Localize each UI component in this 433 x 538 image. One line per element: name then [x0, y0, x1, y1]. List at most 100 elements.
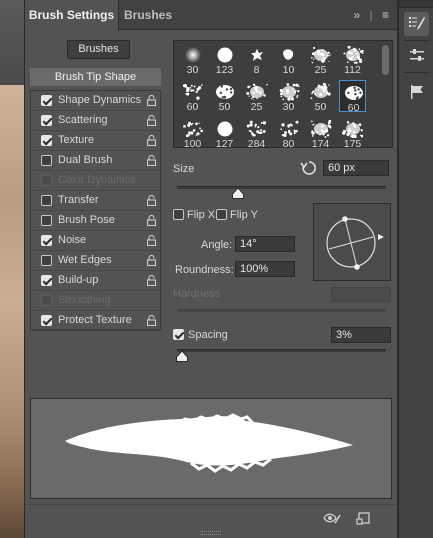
lock-icon[interactable] — [147, 115, 156, 126]
angle-roundness-widget[interactable] — [313, 203, 391, 281]
brush-option-row[interactable]: Texture — [31, 131, 160, 151]
lock-icon[interactable] — [147, 255, 156, 266]
flip-x-checkbox[interactable] — [173, 209, 184, 220]
reset-arrow-icon[interactable] — [299, 158, 319, 178]
adjustments-dock-button[interactable] — [404, 44, 429, 68]
lock-icon[interactable] — [147, 135, 156, 146]
size-slider-thumb[interactable] — [231, 188, 244, 199]
hardness-label: Hardness — [173, 288, 221, 300]
lock-icon[interactable] — [147, 275, 156, 286]
brush-option-label: Wet Edges — [58, 254, 112, 266]
size-slider[interactable] — [177, 186, 386, 189]
collapse-panel-icon[interactable]: » — [353, 8, 360, 22]
brush-option-checkbox[interactable] — [41, 215, 52, 226]
brush-preset-cell[interactable]: 60 — [339, 80, 366, 114]
brush-tip-preview-icon — [182, 84, 203, 100]
size-field[interactable]: 60 px — [323, 160, 389, 176]
brush-option-row[interactable]: Noise — [31, 231, 160, 251]
brush-option-label: Noise — [58, 234, 87, 246]
brush-size-number: 60 — [347, 102, 360, 114]
brush-option-row[interactable]: Build-up — [31, 271, 160, 291]
lock-icon[interactable] — [147, 95, 156, 106]
brush-preset-cell[interactable]: 50 — [307, 80, 334, 113]
brush-option-label: Smoothing — [58, 294, 111, 306]
brush-tip-preview-icon — [344, 86, 363, 101]
size-label: Size — [173, 163, 195, 175]
spacing-checkbox[interactable] — [173, 329, 184, 340]
brush-preset-cell[interactable]: 174 — [307, 117, 334, 147]
brush-preset-cell[interactable]: 60 — [179, 80, 206, 113]
brush-option-checkbox[interactable] — [41, 315, 52, 326]
brush-preset-cell[interactable]: 10 — [275, 43, 302, 76]
brush-option-checkbox[interactable] — [41, 195, 52, 206]
brush-option-checkbox[interactable] — [41, 155, 52, 166]
brush-preset-cell[interactable]: 30 — [179, 43, 206, 76]
photoshop-workspace: Brush Settings Brushes » | ≡ Brushes Bru… — [0, 0, 433, 538]
lock-icon[interactable] — [147, 215, 156, 226]
spacing-toggle[interactable]: Spacing — [173, 328, 228, 342]
brush-option-checkbox[interactable] — [41, 275, 52, 286]
brush-option-row[interactable]: Brush Pose — [31, 211, 160, 231]
brush-preset-cell[interactable]: 123 — [211, 43, 238, 76]
brush-preset-cell[interactable]: 30 — [275, 80, 302, 113]
new-brush-preset-icon[interactable] — [355, 511, 373, 525]
tab-brush-settings[interactable]: Brush Settings — [25, 0, 119, 30]
grid-scrollbar[interactable] — [382, 45, 389, 75]
flip-x[interactable]: Flip X — [173, 208, 215, 222]
brush-tip-shape-item[interactable]: Brush Tip Shape — [30, 68, 161, 86]
panel-menu-icon[interactable]: ≡ — [382, 8, 389, 22]
brushes-button[interactable]: Brushes — [67, 40, 130, 59]
brush-tip-preview-icon — [341, 121, 363, 138]
brush-preset-cell[interactable]: 25 — [307, 43, 334, 76]
lock-icon[interactable] — [147, 195, 156, 206]
brush-preset-cell[interactable]: 112 — [339, 43, 366, 76]
brush-option-checkbox[interactable] — [41, 235, 52, 246]
brush-option-row[interactable]: Scattering — [31, 111, 160, 131]
brush-option-row[interactable]: Transfer — [31, 191, 160, 211]
brush-settings-dock-button[interactable] — [404, 12, 429, 36]
brush-option-row[interactable]: Protect Texture — [31, 311, 160, 331]
flip-y[interactable]: Flip Y — [216, 208, 258, 222]
brush-tip-swatch — [275, 119, 302, 139]
brush-preset-cell[interactable]: 50 — [211, 80, 238, 113]
brush-angle-dial[interactable] — [314, 204, 392, 282]
lock-icon[interactable] — [147, 315, 156, 326]
brush-tip-swatch — [275, 45, 302, 65]
panel-resize-grip[interactable] — [201, 531, 221, 535]
spacing-slider-thumb[interactable] — [176, 351, 188, 362]
brush-tip-preview-icon — [250, 49, 263, 61]
flip-y-checkbox[interactable] — [216, 209, 227, 220]
angle-field[interactable]: 14° — [235, 236, 295, 252]
brush-tip-swatch — [275, 82, 302, 102]
brush-preset-cell[interactable]: 100 — [179, 117, 206, 147]
tab-brushes[interactable]: Brushes — [119, 0, 177, 30]
brush-preset-cell[interactable]: 8 — [243, 43, 270, 76]
brush-option-checkbox[interactable] — [41, 135, 52, 146]
spacing-slider[interactable] — [177, 349, 386, 352]
spacing-field[interactable]: 3% — [331, 327, 391, 343]
lock-icon[interactable] — [147, 235, 156, 246]
brush-preset-cell[interactable]: 127 — [211, 117, 238, 147]
brush-preset-cell[interactable]: 80 — [275, 117, 302, 147]
roundness-field[interactable]: 100% — [235, 261, 295, 277]
brush-tip-swatch — [211, 45, 238, 65]
brush-option-checkbox[interactable] — [41, 255, 52, 266]
brush-size-number: 50 — [218, 101, 231, 113]
brush-option-row[interactable]: Shape Dynamics — [31, 91, 160, 111]
brush-preset-cell[interactable]: 175 — [339, 117, 366, 147]
brush-tip-swatch — [307, 119, 334, 139]
brush-option-row[interactable]: Dual Brush — [31, 151, 160, 171]
brush-tip-preview-icon — [310, 46, 331, 64]
brush-option-checkbox[interactable] — [41, 115, 52, 126]
brush-preset-cell[interactable]: 25 — [243, 80, 270, 113]
brush-option-row[interactable]: Wet Edges — [31, 251, 160, 271]
canvas-edge[interactable] — [0, 0, 24, 538]
brush-option-checkbox — [41, 175, 52, 186]
brush-option-label: Texture — [58, 134, 95, 146]
lock-icon[interactable] — [147, 155, 156, 166]
brush-preset-cell[interactable]: 284 — [243, 117, 270, 147]
eye-pencil-icon[interactable] — [323, 511, 341, 525]
brush-option-checkbox[interactable] — [41, 95, 52, 106]
brush-tip-swatch — [243, 82, 270, 102]
flag-dock-button[interactable] — [404, 80, 429, 104]
